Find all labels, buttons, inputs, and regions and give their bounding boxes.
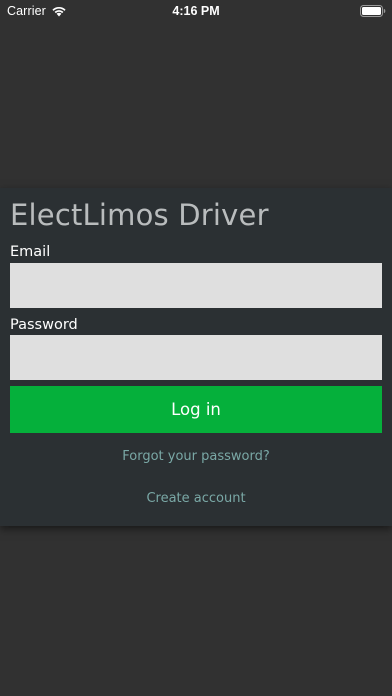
login-button[interactable]: Log in (10, 386, 382, 433)
status-time: 4:16 PM (172, 4, 220, 18)
forgot-password-link[interactable]: Forgot your password? (0, 449, 392, 464)
create-account-link[interactable]: Create account (0, 491, 392, 506)
app-title: ElectLimos Driver (10, 198, 269, 232)
battery-icon (360, 5, 386, 17)
email-label: Email (10, 244, 51, 260)
email-field[interactable] (10, 263, 382, 308)
password-label: Password (10, 317, 78, 333)
status-bar: Carrier 4:16 PM (0, 0, 392, 22)
password-field[interactable] (10, 335, 382, 380)
login-card: ElectLimos Driver Email Password Log in … (0, 188, 392, 526)
login-screen: Carrier 4:16 PM ElectLimos Driver Email … (0, 0, 392, 696)
